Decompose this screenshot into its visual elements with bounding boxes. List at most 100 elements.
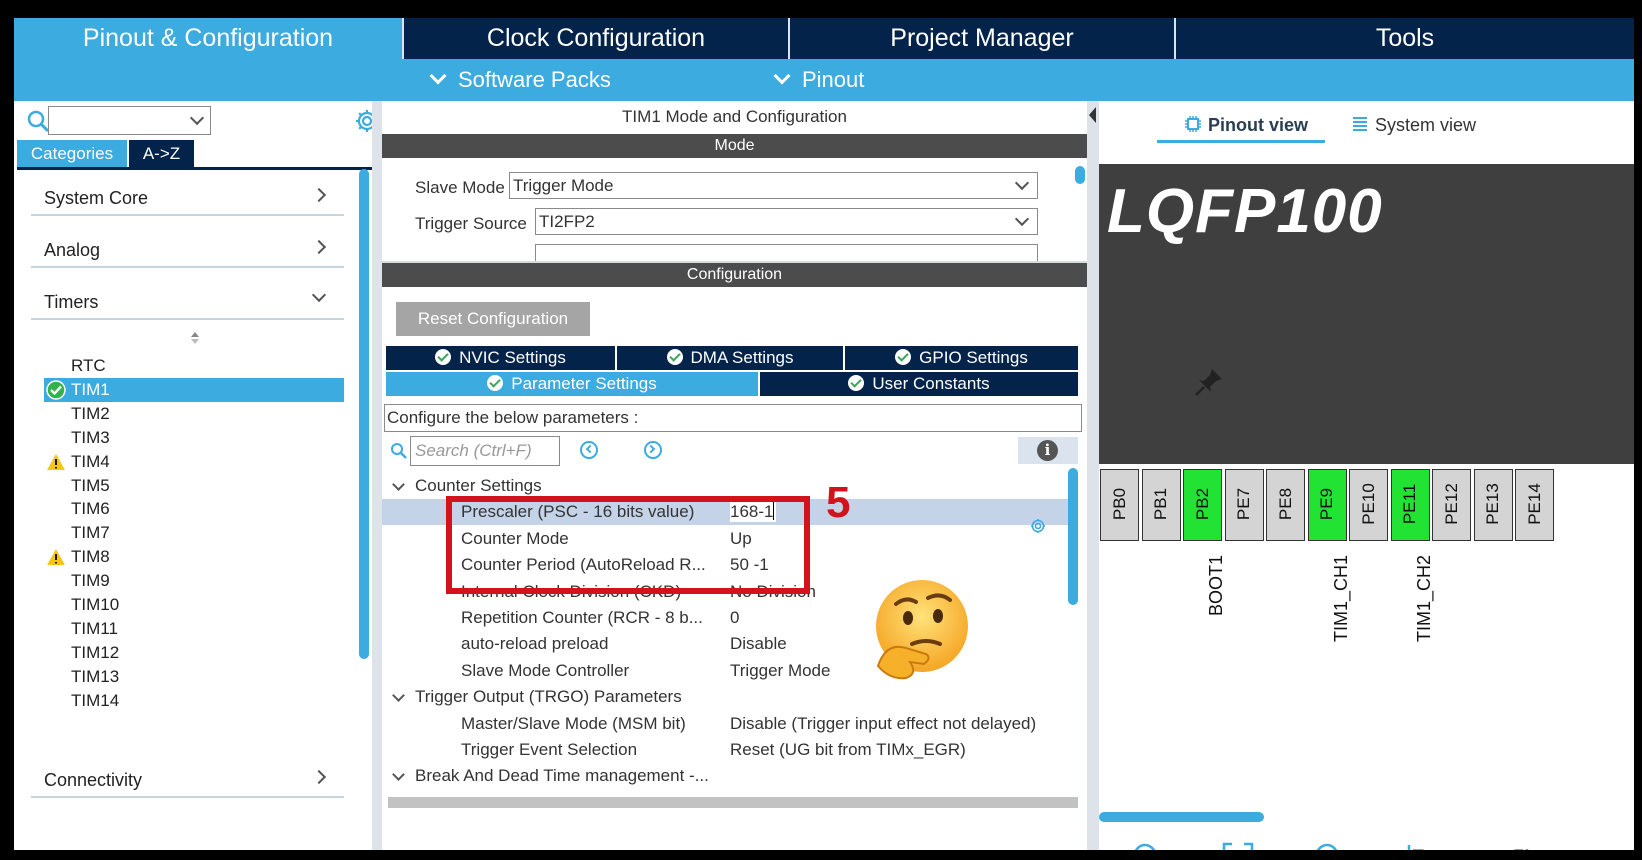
- chevron-down-icon: [1014, 175, 1030, 191]
- parameter-group[interactable]: Trigger Output (TRGO) Parameters: [382, 684, 1072, 710]
- rotate-view-icon[interactable]: [1497, 841, 1531, 850]
- tab-categories[interactable]: Categories: [17, 140, 127, 168]
- gear-icon[interactable]: [1030, 518, 1046, 534]
- timer-item-tim2[interactable]: TIM2: [44, 402, 344, 426]
- tab-dma-settings[interactable]: DMA Settings: [617, 346, 843, 370]
- info-button[interactable]: i: [1018, 437, 1078, 464]
- timer-item-tim13[interactable]: TIM13: [44, 665, 344, 689]
- pinout-horizontal-scrollbar[interactable]: [1099, 812, 1264, 822]
- category-tabs-underline: [17, 167, 374, 170]
- pin-name: PB0: [1109, 487, 1129, 521]
- slave-mode-select[interactable]: Trigger Mode: [509, 172, 1038, 199]
- category-label: Timers: [44, 292, 99, 312]
- category-connectivity[interactable]: Connectivity: [31, 758, 344, 798]
- timer-label: TIM4: [71, 451, 110, 471]
- pin-pb1[interactable]: PB1: [1141, 469, 1181, 541]
- timer-item-rtc[interactable]: RTC: [44, 354, 344, 378]
- pinout-view-label: Pinout view: [1208, 115, 1309, 135]
- tab-project-manager[interactable]: Project Manager: [790, 18, 1176, 59]
- chevron-down-icon[interactable]: [392, 689, 405, 703]
- parameter-name: Break And Dead Time management -...: [415, 766, 709, 786]
- next-result-icon[interactable]: [644, 441, 662, 459]
- chevron-down-icon: [429, 67, 447, 85]
- pin-pe7[interactable]: PE7: [1224, 469, 1264, 541]
- parameter-value[interactable]: Reset (UG bit from TIMx_EGR): [730, 740, 966, 760]
- tab-parameter-settings[interactable]: Parameter Settings: [386, 372, 758, 396]
- categories-scrollbar[interactable]: [359, 169, 369, 659]
- pin-pe12[interactable]: PE12: [1432, 469, 1471, 541]
- timer-label: TIM5: [71, 475, 110, 495]
- category-system-core[interactable]: System Core: [31, 176, 344, 216]
- clipped-mode-select[interactable]: [535, 244, 1038, 261]
- trigger-source-label: Trigger Source: [415, 214, 527, 233]
- tab-pinout-view[interactable]: Pinout view: [1184, 115, 1308, 137]
- pin-pe14[interactable]: PE14: [1515, 469, 1554, 541]
- mode-configuration-panel: TIM1 Mode and Configuration Mode Slave M…: [382, 101, 1087, 850]
- chevron-down-icon[interactable]: [392, 768, 405, 782]
- tab-tools[interactable]: Tools: [1176, 18, 1634, 59]
- export-icon[interactable]: [1405, 841, 1439, 850]
- parameter-name: auto-reload preload: [461, 634, 609, 654]
- mode-scrollbar[interactable]: [1075, 166, 1085, 184]
- timer-item-tim11[interactable]: TIM11: [44, 617, 344, 641]
- pin-name: PE13: [1483, 483, 1502, 525]
- parameter-scrollbar[interactable]: [1068, 468, 1078, 605]
- system-view-label: System view: [1375, 115, 1477, 135]
- timer-item-tim12[interactable]: TIM12: [44, 641, 344, 665]
- parameter-group[interactable]: Break And Dead Time management -...: [382, 763, 1072, 789]
- tab-clock-configuration[interactable]: Clock Configuration: [404, 18, 790, 59]
- parameter-search-input[interactable]: Search (Ctrl+F): [410, 436, 560, 466]
- pinout-menu[interactable]: Pinout: [773, 59, 864, 101]
- timer-item-tim7[interactable]: TIM7: [44, 521, 344, 545]
- active-view-underline: [1157, 140, 1325, 143]
- timer-item-tim10[interactable]: TIM10: [44, 593, 344, 617]
- pin-pe9[interactable]: PE9: [1307, 469, 1347, 541]
- reset-configuration-button[interactable]: Reset Configuration: [396, 302, 590, 336]
- fit-to-screen-icon[interactable]: [1221, 841, 1255, 850]
- timer-item-tim1[interactable]: TIM1: [44, 377, 344, 402]
- pin-pe10[interactable]: PE10: [1349, 469, 1388, 541]
- zoom-in-icon[interactable]: [1131, 841, 1165, 850]
- previous-result-icon[interactable]: [580, 441, 598, 459]
- category-timers[interactable]: Timers: [31, 280, 344, 320]
- timer-item-tim3[interactable]: TIM3: [44, 426, 344, 450]
- parameter-value[interactable]: Trigger Mode: [730, 661, 830, 681]
- horizontal-scrollbar[interactable]: [388, 797, 1078, 808]
- parameter-value[interactable]: Disable: [730, 634, 787, 654]
- sort-arrows-icon[interactable]: [190, 331, 200, 345]
- pin-pe8[interactable]: PE8: [1266, 469, 1305, 541]
- tab-gpio-settings[interactable]: GPIO Settings: [845, 346, 1078, 370]
- tab-nvic-settings[interactable]: NVIC Settings: [386, 346, 615, 370]
- timer-item-tim6[interactable]: TIM6: [44, 497, 344, 521]
- parameter-name: Counter Settings: [415, 476, 542, 495]
- timer-item-tim5[interactable]: TIM5: [44, 474, 344, 498]
- parameter-value[interactable]: 0: [730, 608, 739, 628]
- timer-item-tim9[interactable]: TIM9: [44, 569, 344, 593]
- trigger-source-select[interactable]: TI2FP2: [535, 208, 1038, 235]
- parameter-row[interactable]: Master/Slave Mode (MSM bit) Disable (Trig…: [382, 711, 1072, 737]
- tab-pinout-configuration[interactable]: Pinout & Configuration: [14, 18, 404, 59]
- search-combobox[interactable]: [48, 106, 211, 135]
- trigger-source-value: TI2FP2: [539, 212, 595, 231]
- timer-item-tim14[interactable]: TIM14: [44, 689, 344, 713]
- software-packs-menu[interactable]: Software Packs: [429, 59, 611, 101]
- category-analog[interactable]: Analog: [31, 228, 344, 268]
- chevron-down-icon[interactable]: [392, 478, 405, 491]
- tab-a-to-z[interactable]: A->Z: [129, 140, 194, 168]
- zoom-out-icon[interactable]: [1313, 841, 1347, 850]
- pin-name: PB2: [1192, 487, 1212, 521]
- collapse-left-icon[interactable]: [1089, 107, 1096, 123]
- panel-divider[interactable]: [1087, 101, 1099, 850]
- timer-item-tim8[interactable]: TIM8: [44, 545, 344, 569]
- pin-pe11[interactable]: PE11: [1390, 469, 1430, 541]
- pin-pb2[interactable]: PB2: [1183, 469, 1222, 541]
- tab-system-view[interactable]: System view: [1351, 115, 1476, 137]
- search-icon[interactable]: [26, 109, 50, 133]
- timer-item-tim4[interactable]: TIM4: [44, 450, 344, 474]
- tab-user-constants[interactable]: User Constants: [760, 372, 1078, 396]
- parameter-value[interactable]: Disable (Trigger input effect not delaye…: [730, 714, 1036, 734]
- pin-name: PB1: [1151, 487, 1170, 521]
- parameter-row[interactable]: Trigger Event Selection Reset (UG bit fro…: [382, 737, 1072, 763]
- pin-pe13[interactable]: PE13: [1473, 469, 1513, 541]
- pin-pb0[interactable]: PB0: [1100, 469, 1139, 541]
